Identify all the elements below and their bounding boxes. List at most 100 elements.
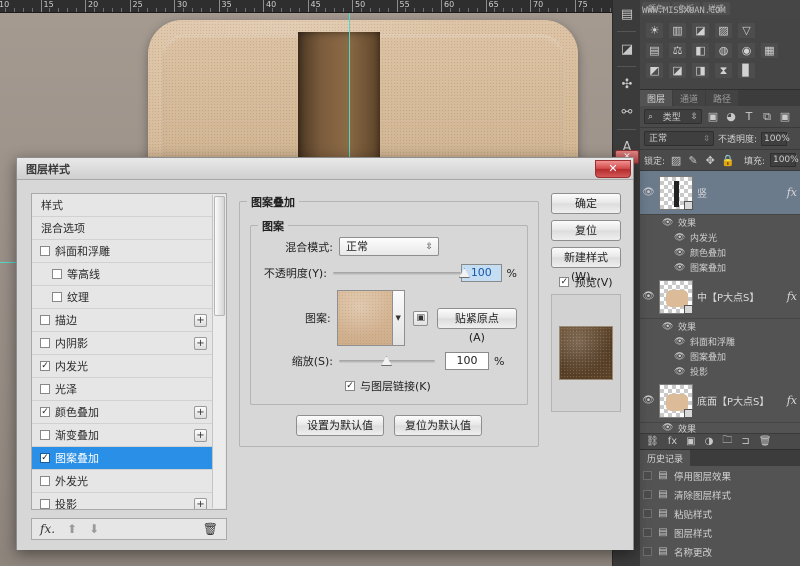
horizontal-ruler[interactable]: 1015202530354045505560657075 [0, 0, 612, 13]
checkbox[interactable]: ✓ [40, 361, 50, 371]
checkbox[interactable] [40, 246, 50, 256]
eye-icon[interactable]: 👁 [674, 352, 685, 362]
effect-item[interactable]: 👁 斜面和浮雕 [640, 334, 800, 349]
checkbox[interactable]: ✓ [40, 453, 50, 463]
layer-effects-group[interactable]: 👁 效果 [640, 319, 800, 334]
filter-smart-icon[interactable]: ▣ [778, 110, 792, 123]
fx-icon[interactable]: fx [787, 186, 800, 199]
threshold-icon[interactable]: ◨ [692, 63, 709, 78]
add-mask-icon[interactable]: ▣ [686, 436, 695, 447]
tab-history[interactable]: 历史记录 [640, 450, 690, 466]
invert-icon[interactable]: ◩ [646, 63, 663, 78]
snapshot-box[interactable] [643, 471, 652, 480]
black-white-icon[interactable]: ◧ [692, 43, 709, 58]
reset-default-button[interactable]: 复位为默认值 [394, 415, 482, 436]
layer-effects-group[interactable]: 👁 效果 [640, 215, 800, 230]
checkbox[interactable] [40, 430, 50, 440]
style-item-gradient-overlay[interactable]: 渐变叠加 + [32, 424, 214, 447]
checkbox[interactable]: ✓ [345, 381, 355, 391]
eye-icon[interactable]: 👁 [674, 233, 685, 243]
hue-saturation-icon[interactable]: ▤ [646, 43, 663, 58]
style-item-stroke[interactable]: 描边 + [32, 309, 214, 332]
layer-row[interactable]: 👁 底面【P大点S】 fx [640, 379, 800, 423]
photo-filter-icon[interactable]: ◍ [715, 43, 732, 58]
set-default-button[interactable]: 设置为默认值 [296, 415, 384, 436]
checkbox[interactable] [52, 292, 62, 302]
layer-row[interactable]: 👁 中【P大点S】 fx [640, 275, 800, 319]
dialog-titlebar[interactable]: 图层样式 ✕ [17, 158, 633, 180]
style-item-pattern-overlay[interactable]: ✓ 图案叠加 [32, 447, 214, 470]
layer-thumbnail[interactable] [659, 176, 693, 210]
checkbox[interactable]: ✓ [559, 277, 569, 287]
gradient-map-icon[interactable]: ▊ [738, 63, 755, 78]
style-list-scrollbar[interactable] [212, 195, 225, 508]
eye-icon[interactable]: 👁 [662, 423, 673, 433]
checkbox[interactable] [40, 476, 50, 486]
link-with-layer-row[interactable]: ✓ 与图层链接(K) [261, 378, 517, 394]
close-icon[interactable]: ✕ [595, 160, 631, 178]
color-lookup-icon[interactable]: ▦ [761, 43, 778, 58]
checkbox[interactable] [40, 499, 50, 509]
filter-type-text-icon[interactable]: T [742, 110, 756, 123]
tab-channels[interactable]: 通道 [673, 90, 705, 106]
history-item[interactable]: ▤ 图层样式 [640, 523, 800, 542]
eye-icon[interactable]: 👁 [674, 337, 685, 347]
scale-input[interactable]: 100 [445, 352, 489, 370]
history-item[interactable]: ▤ 粘贴样式 [640, 504, 800, 523]
eye-icon[interactable]: 👁 [674, 263, 685, 273]
adjustment-layer-icon[interactable]: ◑ [705, 436, 714, 447]
filter-shape-icon[interactable]: ⧉ [760, 110, 774, 124]
brightness-icon[interactable]: ☀ [646, 23, 663, 38]
add-icon[interactable]: + [194, 337, 207, 350]
navigator-icon[interactable]: ◪ [613, 35, 641, 63]
checkbox[interactable] [52, 269, 62, 279]
tab-paths[interactable]: 路径 [706, 90, 738, 106]
layer-name[interactable]: 底面【P大点S】 [697, 393, 783, 408]
eye-icon[interactable]: 👁 [662, 322, 673, 332]
lock-image-icon[interactable]: ✎ [687, 154, 699, 167]
preview-row[interactable]: ✓ 预览(V) [551, 274, 621, 290]
style-item-styles[interactable]: 样式 [32, 194, 214, 217]
move-down-icon[interactable]: ⬇ [89, 522, 99, 536]
style-item-color-overlay[interactable]: ✓ 颜色叠加 + [32, 401, 214, 424]
fx-icon[interactable]: fx. [40, 522, 55, 536]
opacity-slider[interactable] [333, 265, 461, 281]
chevron-down-icon[interactable]: ▼ [393, 290, 405, 346]
effect-item[interactable]: 👁 内发光 [640, 230, 800, 245]
pattern-swatch[interactable] [337, 290, 393, 346]
fx-icon[interactable]: fx [787, 394, 800, 407]
delete-icon[interactable]: 🗑 [203, 522, 218, 536]
layer-row[interactable]: 👁 竖 fx [640, 171, 800, 215]
layer-blend-mode-select[interactable]: 正常 [644, 131, 714, 146]
link-layers-icon[interactable]: ⛓ [646, 436, 659, 447]
snap-origin-button[interactable]: 贴紧原点(A) [437, 308, 517, 329]
new-layer-icon[interactable]: ⊐ [741, 436, 749, 447]
style-item-inner-glow[interactable]: ✓ 内发光 [32, 355, 214, 378]
eye-icon[interactable]: 👁 [674, 367, 685, 377]
fill-value[interactable]: 100% [770, 153, 796, 167]
selective-color-icon[interactable]: ⧗ [715, 63, 732, 78]
new-group-icon[interactable]: 🗀 [722, 433, 732, 450]
curves-icon[interactable]: ◪ [692, 23, 709, 38]
style-item-inner-shadow[interactable]: 内阴影 + [32, 332, 214, 355]
style-item-outer-glow[interactable]: 外发光 [32, 470, 214, 493]
ok-button[interactable]: 确定 [551, 193, 621, 214]
snapshot-box[interactable] [643, 490, 652, 499]
checkbox[interactable]: ✓ [40, 407, 50, 417]
levels-icon[interactable]: ▥ [669, 23, 686, 38]
scale-slider[interactable] [339, 353, 435, 369]
checkbox[interactable] [40, 384, 50, 394]
eye-icon[interactable]: 👁 [642, 291, 655, 302]
posterize-icon[interactable]: ◪ [669, 63, 686, 78]
add-icon[interactable]: + [194, 429, 207, 442]
history-item[interactable]: ▤ 停用图层效果 [640, 466, 800, 485]
effect-item[interactable]: 👁 投影 [640, 364, 800, 379]
lock-transparent-icon[interactable]: ▨ [670, 154, 682, 167]
style-item-drop-shadow[interactable]: 投影 + [32, 493, 214, 510]
vibrance-icon[interactable]: ▽ [738, 23, 755, 38]
add-icon[interactable]: + [194, 314, 207, 327]
effect-item[interactable]: 👁 图案叠加 [640, 260, 800, 275]
layer-filter-type-select[interactable]: ⌕ 类型 ⇳ [644, 109, 702, 124]
style-item-bevel-emboss[interactable]: 斜面和浮雕 [32, 240, 214, 263]
style-item-texture[interactable]: 纹理 [32, 286, 214, 309]
